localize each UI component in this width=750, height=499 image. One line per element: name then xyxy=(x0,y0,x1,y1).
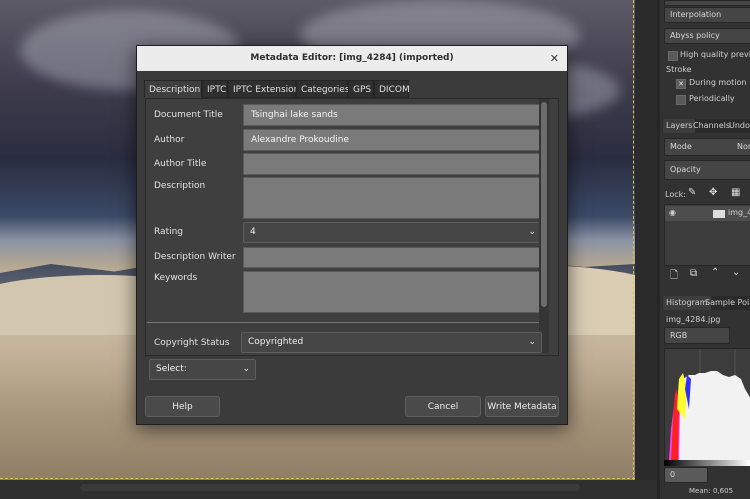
select-combo[interactable]: Select: ⌄ xyxy=(149,359,256,380)
keywords-field[interactable] xyxy=(243,271,542,313)
tab-undo[interactable]: Undo xyxy=(726,119,750,133)
layer-thumbnail xyxy=(713,210,725,218)
mode-value: Nor xyxy=(737,142,750,151)
panel-scrollbar-thumb[interactable] xyxy=(541,102,547,307)
author-field[interactable]: Alexandre Prokoudine xyxy=(243,129,542,151)
chevron-down-icon: ⌄ xyxy=(242,364,250,374)
duplicate-icon[interactable]: ⧉ xyxy=(690,268,697,279)
tab-gps[interactable]: GPS xyxy=(348,80,374,98)
description-field[interactable] xyxy=(243,177,542,219)
rating-value: 4 xyxy=(250,227,256,237)
periodically-checkbox[interactable] xyxy=(676,95,686,105)
description-writer-field[interactable] xyxy=(243,247,542,268)
copyright-status-value: Copyrighted xyxy=(248,337,304,347)
close-icon[interactable]: ✕ xyxy=(550,46,559,71)
dock-separator xyxy=(657,0,660,499)
down-arrow-icon[interactable]: ⌄ xyxy=(732,267,740,278)
move-icon[interactable]: ✥ xyxy=(709,187,717,198)
section-divider xyxy=(147,322,539,323)
write-metadata-button[interactable]: Write Metadata xyxy=(485,396,559,417)
brush-icon[interactable]: ✎ xyxy=(688,187,696,198)
mode-combo[interactable]: Mode Nor xyxy=(664,138,750,156)
chevron-down-icon: ⌄ xyxy=(528,227,536,237)
description-label: Description xyxy=(154,181,206,191)
rating-combo[interactable]: 4 ⌄ xyxy=(243,222,542,243)
interpolation-combo[interactable]: Interpolation xyxy=(664,7,750,23)
tab-categories[interactable]: Categories xyxy=(296,80,350,98)
abyss-policy-combo[interactable]: Abyss policy xyxy=(664,28,750,44)
description-writer-label: Description Writer xyxy=(154,252,236,262)
eye-icon[interactable]: ◉ xyxy=(669,208,676,217)
select-value: Select: xyxy=(156,364,187,374)
dialog-title: Metadata Editor: [img_4284] (imported) xyxy=(250,53,454,63)
canvas-boundary-right xyxy=(633,0,636,480)
tab-iptc-extension[interactable]: IPTC Extension xyxy=(228,80,299,98)
tab-sample-points[interactable]: Sample Points xyxy=(702,296,750,310)
channel-combo[interactable]: RGB xyxy=(664,327,730,344)
dialog-titlebar[interactable]: Metadata Editor: [img_4284] (imported) ✕ xyxy=(137,46,567,71)
keywords-label: Keywords xyxy=(154,273,198,283)
help-button[interactable]: Help xyxy=(145,396,220,417)
copyright-status-combo[interactable]: Copyrighted ⌄ xyxy=(241,332,542,353)
metadata-editor-dialog: Metadata Editor: [img_4284] (imported) ✕… xyxy=(136,45,568,425)
mode-label: Mode xyxy=(670,142,692,151)
author-title-label: Author Title xyxy=(154,159,207,169)
histogram-plot xyxy=(664,348,750,462)
chevron-down-icon: ⌄ xyxy=(528,337,536,347)
new-layer-icon[interactable]: 🗋 xyxy=(670,268,678,285)
copyright-status-label: Copyright Status xyxy=(154,338,230,348)
range-start-spinner[interactable]: 0 xyxy=(664,467,708,483)
mean-value: 0,605 xyxy=(713,487,734,495)
rating-label: Rating xyxy=(154,227,184,237)
up-arrow-icon[interactable]: ⌃ xyxy=(711,267,719,278)
cancel-button[interactable]: Cancel xyxy=(405,396,481,417)
opacity-slider[interactable]: Opacity xyxy=(664,160,750,180)
high-quality-preview-label: High quality preview xyxy=(680,50,750,59)
stroke-label: Stroke xyxy=(666,65,692,74)
layer-name: img_42 xyxy=(728,208,750,217)
during-motion-checkbox[interactable]: ✕ xyxy=(676,79,686,89)
lock-label: Lock: xyxy=(665,190,686,199)
document-title-label: Document Title xyxy=(154,110,223,120)
tab-description[interactable]: Description xyxy=(144,80,202,98)
histogram-gradient xyxy=(664,460,750,466)
during-motion-label: During motion xyxy=(689,78,747,87)
histogram-graph xyxy=(665,349,750,461)
tab-dicom[interactable]: DICOM xyxy=(374,80,410,98)
document-title-field[interactable]: Tsinghai lake sands xyxy=(243,104,542,126)
mean-label: Mean: xyxy=(689,487,711,495)
dock-top-field xyxy=(664,0,750,6)
periodically-label: Periodically xyxy=(689,94,735,103)
author-label: Author xyxy=(154,135,185,145)
layer-row[interactable]: ◉ img_42 xyxy=(665,206,750,221)
tab-iptc[interactable]: IPTC xyxy=(202,80,228,98)
author-title-field[interactable] xyxy=(243,153,542,175)
histogram-image-name: img_4284.jpg xyxy=(666,315,721,324)
scrollbar-thumb[interactable] xyxy=(80,484,580,491)
high-quality-preview-checkbox[interactable] xyxy=(668,51,678,61)
checker-icon[interactable]: ▦ xyxy=(731,187,740,198)
